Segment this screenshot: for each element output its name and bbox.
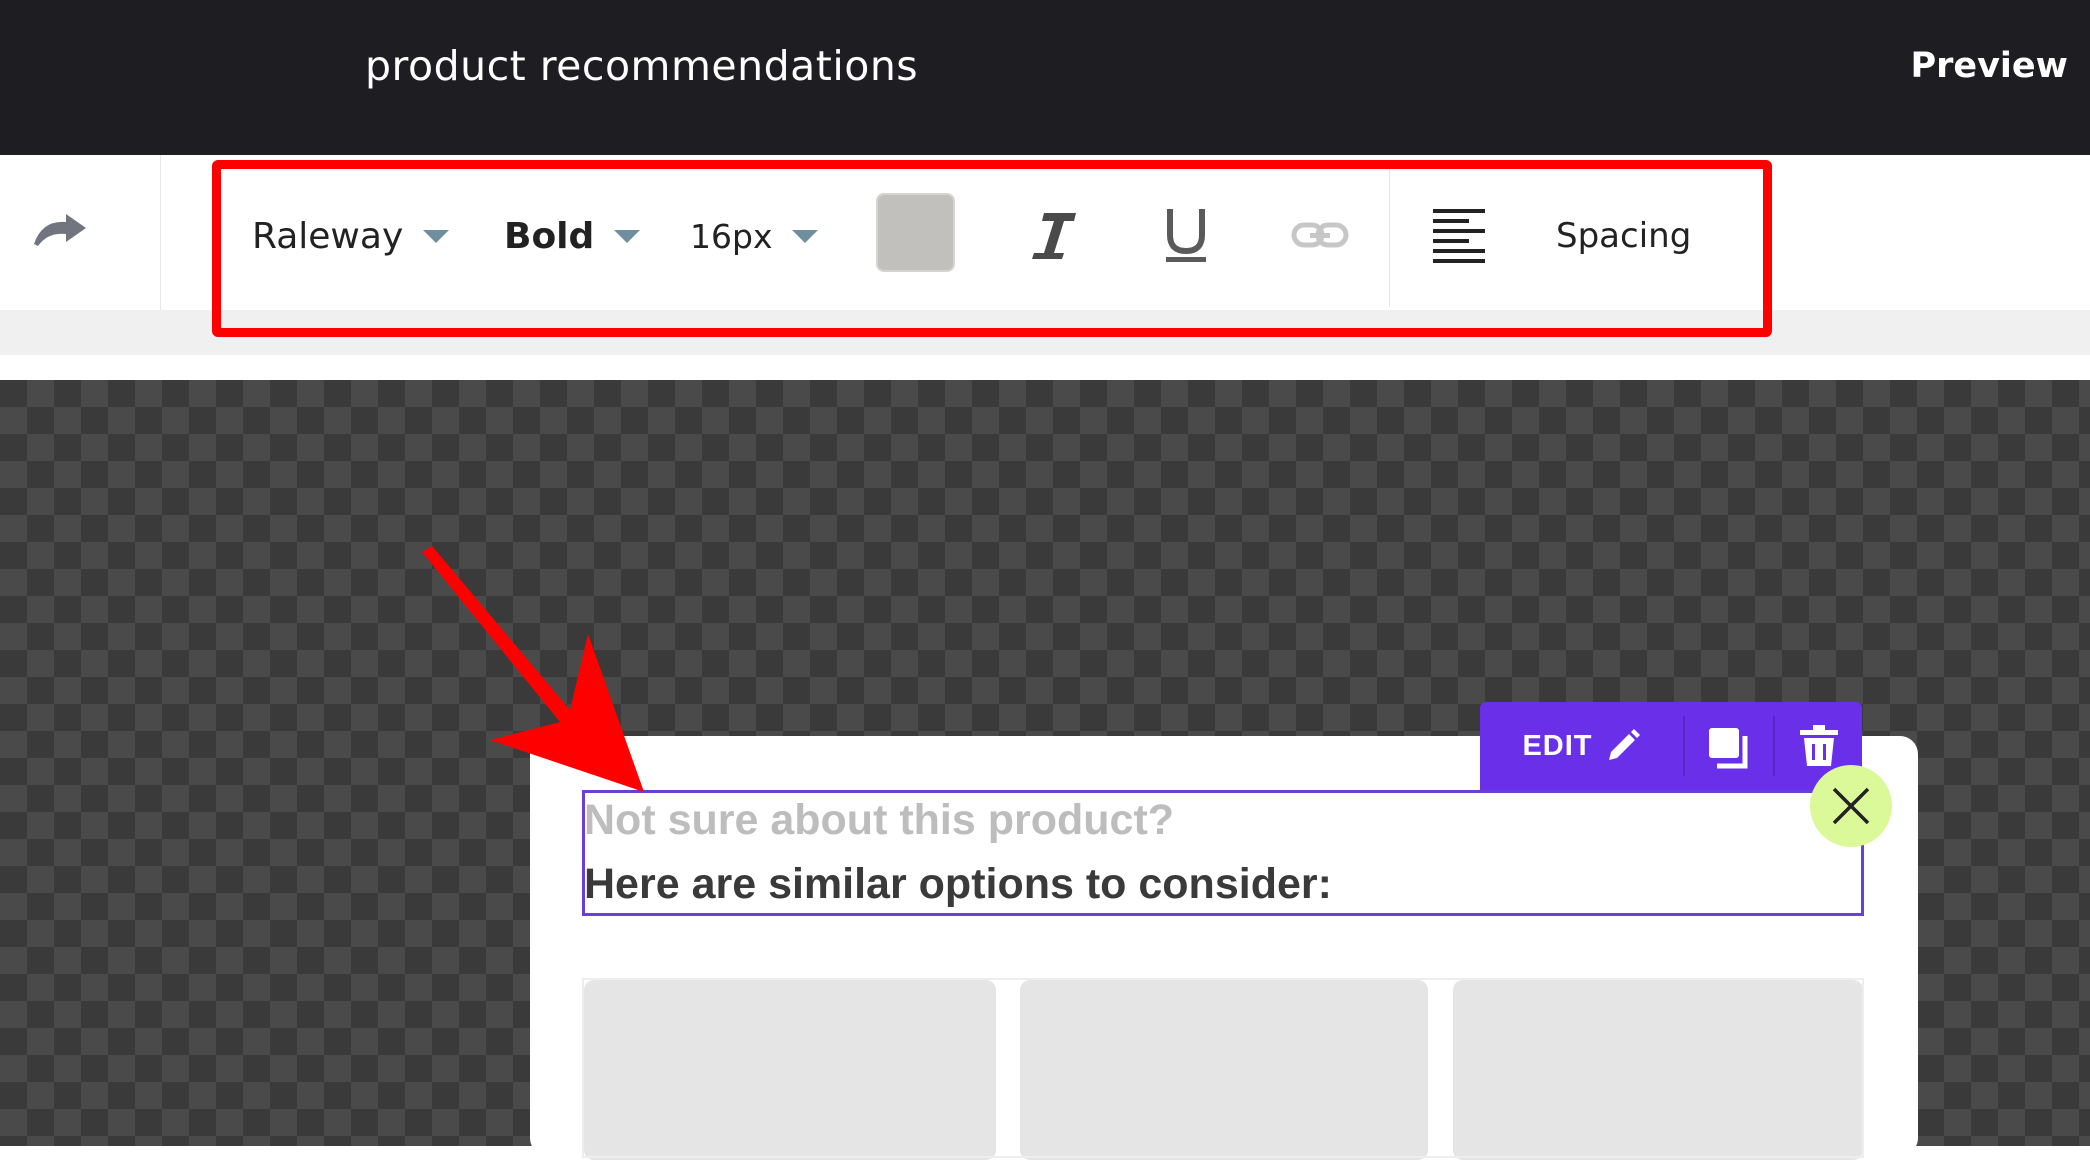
- font-weight-value: Bold: [504, 215, 595, 257]
- product-card[interactable]: [1453, 980, 1863, 1160]
- font-size-value: 16px: [690, 216, 773, 256]
- text-color-swatch[interactable]: [876, 193, 955, 272]
- toolbar-divider: [1389, 165, 1390, 307]
- text-format-toolbar: Raleway Bold 16px Spacing: [224, 165, 1758, 307]
- underline-icon[interactable]: [1156, 205, 1216, 265]
- preview-button[interactable]: Preview: [1910, 46, 2068, 86]
- spacing-label: Spacing: [1556, 216, 1692, 256]
- history-controls: [0, 155, 161, 310]
- close-button[interactable]: [1810, 765, 1892, 847]
- action-divider: [1683, 716, 1685, 776]
- product-card[interactable]: [1020, 980, 1428, 1160]
- align-left-icon[interactable]: [1429, 205, 1489, 265]
- app-header: product recommendations Preview: [0, 0, 2090, 155]
- trash-icon[interactable]: [1798, 724, 1840, 768]
- chevron-down-icon: [792, 229, 819, 243]
- link-icon[interactable]: [1290, 205, 1350, 265]
- element-action-bar: EDIT: [1480, 702, 1862, 790]
- font-weight-dropdown[interactable]: Bold: [504, 165, 641, 307]
- chevron-down-icon: [423, 229, 450, 243]
- product-card[interactable]: [584, 980, 996, 1160]
- italic-icon[interactable]: [1024, 205, 1084, 265]
- headline-line-1[interactable]: Not sure about this product?: [584, 796, 1174, 845]
- toolbar-spacer: [0, 355, 2090, 380]
- duplicate-icon[interactable]: [1705, 724, 1751, 770]
- close-icon: [1832, 787, 1870, 825]
- edit-button[interactable]: EDIT: [1480, 702, 1683, 790]
- edit-label: EDIT: [1522, 729, 1593, 762]
- pencil-icon: [1608, 729, 1640, 760]
- spacing-button[interactable]: Spacing: [1556, 165, 1691, 307]
- font-family-dropdown[interactable]: Raleway: [252, 165, 450, 307]
- action-divider: [1773, 716, 1775, 776]
- toolbar-bottom-strip: [0, 310, 2090, 357]
- font-family-value: Raleway: [252, 215, 404, 257]
- redo-icon[interactable]: [28, 210, 90, 250]
- document-title: product recommendations: [365, 42, 919, 90]
- font-size-dropdown[interactable]: 16px: [690, 165, 819, 307]
- headline-line-2[interactable]: Here are similar options to consider:: [584, 860, 1332, 909]
- chevron-down-icon: [614, 229, 641, 243]
